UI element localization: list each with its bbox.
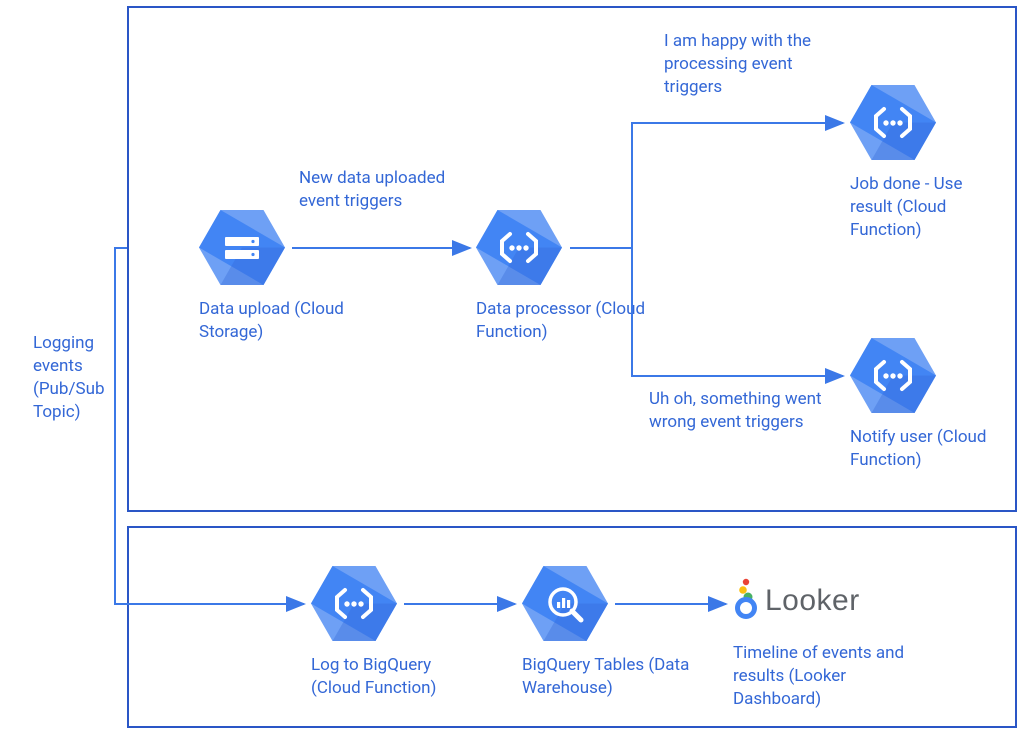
bigquery-tables-label: BigQuery Tables (Data Warehouse) — [522, 654, 692, 700]
bigquery-icon — [522, 566, 608, 641]
node-job-done: Job done - Use result (Cloud Function) — [850, 85, 1020, 242]
cloud-storage-icon — [199, 210, 285, 285]
logging-events-label: Logging events (Pub/Sub Topic) — [33, 332, 113, 424]
log-bigquery-label: Log to BigQuery (Cloud Function) — [311, 654, 481, 700]
data-upload-label: Data upload (Cloud Storage) — [199, 298, 369, 344]
cloud-function-icon — [850, 338, 936, 413]
looker-logo-icon: Looker — [733, 577, 883, 619]
node-looker: Looker Timeline of events and results (L… — [733, 577, 933, 711]
looker-wordmark: Looker — [765, 584, 860, 617]
looker-label: Timeline of events and results (Looker D… — [733, 642, 923, 711]
node-bigquery-tables: BigQuery Tables (Data Warehouse) — [522, 566, 692, 700]
node-data-upload: Data upload (Cloud Storage) — [199, 210, 369, 344]
node-notify-user: Notify user (Cloud Function) — [850, 338, 1020, 472]
cloud-function-icon — [311, 566, 397, 641]
data-processor-label: Data processor (Cloud Function) — [476, 298, 646, 344]
notify-user-label: Notify user (Cloud Function) — [850, 426, 995, 472]
cloud-function-icon — [850, 85, 936, 160]
edge-error-label: Uh oh, something went wrong event trigge… — [649, 388, 834, 434]
node-log-bigquery: Log to BigQuery (Cloud Function) — [311, 566, 481, 700]
job-done-label: Job done - Use result (Cloud Function) — [850, 173, 995, 242]
node-data-processor: Data processor (Cloud Function) — [476, 210, 646, 344]
cloud-function-icon — [476, 210, 562, 285]
edge-happy-label: I am happy with the processing event tri… — [664, 30, 839, 99]
edge-upload-to-processor-label: New data uploaded event triggers — [299, 167, 469, 213]
